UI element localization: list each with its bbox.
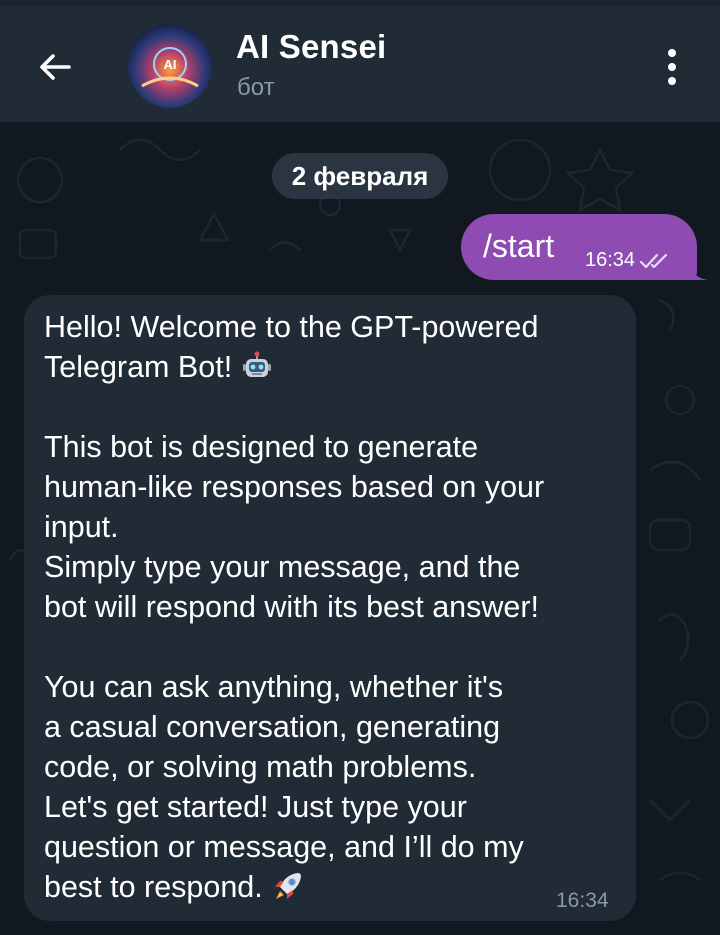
outgoing-message[interactable]: /start 16:34 — [461, 214, 697, 280]
back-button[interactable] — [28, 40, 82, 94]
message-line: question or message, and I’ll do my — [44, 830, 524, 864]
message-line: Hello! Welcome to the GPT-powered — [44, 310, 539, 344]
message-line: Let's get started! Just type your — [44, 790, 467, 824]
message-paragraph: You can ask anything, whether it's a cas… — [44, 667, 624, 907]
message-line: Simply type your message, and the — [44, 550, 521, 584]
chat-header: AI AI Sensei бот — [0, 0, 720, 122]
bubble-tail — [690, 266, 708, 280]
date-separator: 2 февраля — [272, 153, 448, 199]
incoming-message[interactable]: Hello! Welcome to the GPT-powered Telegr… — [24, 295, 636, 921]
message-meta: 16:34 — [585, 249, 673, 272]
message-line: a casual conversation, generating — [44, 710, 501, 744]
bot-avatar[interactable]: AI — [128, 24, 212, 108]
message-line: human-like responses based on your — [44, 470, 545, 504]
message-line: You can ask anything, whether it's — [44, 670, 504, 704]
message-line: bot will respond with its best answer! — [44, 590, 539, 624]
more-menu-button[interactable] — [648, 40, 696, 94]
arrow-left-icon — [40, 54, 71, 80]
message-paragraph: Hello! Welcome to the GPT-powered Telegr… — [44, 307, 624, 387]
chat-title[interactable]: AI Sensei — [236, 28, 386, 66]
message-paragraph: This bot is designed to generate human-l… — [44, 427, 624, 627]
message-text: /start — [483, 228, 555, 264]
message-body: Hello! Welcome to the GPT-powered Telegr… — [44, 307, 624, 907]
robot-emoji — [242, 351, 271, 377]
message-line: Telegram Bot! — [44, 350, 233, 384]
chat-subtitle: бот — [237, 74, 275, 101]
avatar-label: AI — [164, 57, 177, 72]
rocket-emoji — [275, 873, 302, 899]
message-time: 16:34 — [585, 249, 636, 271]
message-time: 16:34 — [556, 889, 609, 912]
message-line: code, or solving math problems. — [44, 750, 477, 784]
message-line: best to respond. — [44, 870, 263, 904]
more-vertical-icon — [668, 49, 676, 57]
message-line: This bot is designed to generate — [44, 430, 479, 464]
message-line: input. — [44, 510, 119, 544]
double-check-icon — [639, 253, 668, 268]
status-bar — [0, 0, 720, 6]
